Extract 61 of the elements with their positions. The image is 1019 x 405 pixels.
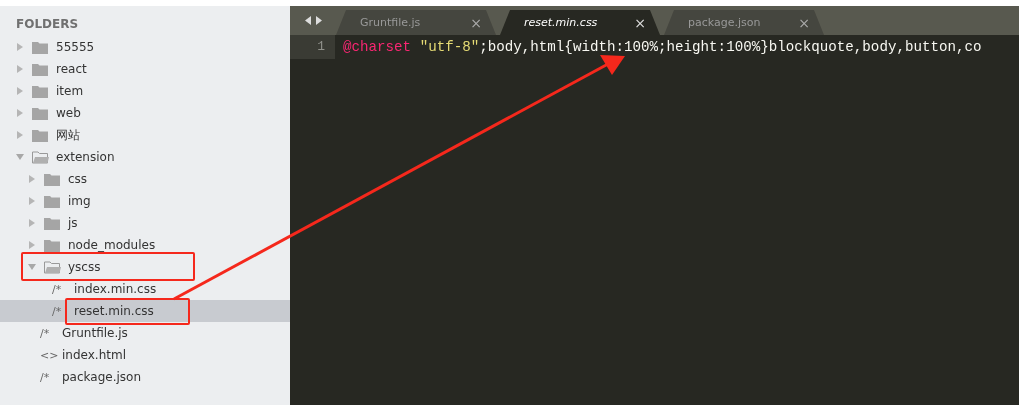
- tab[interactable]: Gruntfile.js ×: [336, 10, 496, 35]
- folder-name: img: [68, 194, 91, 208]
- folder-name: js: [68, 216, 78, 230]
- folder-name: item: [56, 84, 84, 98]
- tab-label: Gruntfile.js: [360, 16, 421, 29]
- folder-item[interactable]: 网站: [0, 124, 290, 146]
- file-name: index.html: [62, 348, 126, 362]
- line-number: 1: [290, 35, 335, 59]
- folder-name: react: [56, 62, 87, 76]
- tab-label: reset.min.css: [524, 16, 598, 29]
- tab-nav-arrows-icon[interactable]: [305, 16, 322, 25]
- folder-icon: [32, 40, 49, 54]
- folder-icon: [44, 172, 61, 186]
- sidebar-title: FOLDERS: [15, 17, 80, 33]
- file-item[interactable]: /* Gruntfile.js: [0, 322, 290, 344]
- folder-item[interactable]: react: [0, 58, 290, 80]
- file-icon: /*: [40, 326, 62, 340]
- folder-item[interactable]: web: [0, 102, 290, 124]
- folder-icon: [32, 62, 49, 76]
- folder-item[interactable]: extension: [0, 146, 290, 168]
- close-icon[interactable]: ×: [470, 14, 482, 31]
- folder-icon: [44, 238, 61, 252]
- folder-item[interactable]: img: [0, 190, 290, 212]
- file-name: package.json: [62, 370, 141, 384]
- folder-name: node_modules: [68, 238, 156, 252]
- tab[interactable]: package.json ×: [664, 10, 824, 35]
- folder-icon: [32, 128, 49, 142]
- file-name: reset.min.css: [74, 304, 154, 318]
- folder-icon: [32, 150, 49, 164]
- file-item[interactable]: /* package.json: [0, 366, 290, 388]
- close-icon[interactable]: ×: [798, 14, 810, 31]
- file-icon: /*: [52, 282, 74, 296]
- tab-label: package.json: [688, 16, 761, 29]
- file-item[interactable]: <> index.html: [0, 344, 290, 366]
- folder-name: yscss: [68, 260, 101, 274]
- folder-item[interactable]: js: [0, 212, 290, 234]
- file-name: index.min.css: [74, 282, 157, 296]
- folder-name: extension: [56, 150, 115, 164]
- folder-name: web: [56, 106, 81, 120]
- folder-item[interactable]: yscss: [0, 256, 290, 278]
- folder-name: css: [68, 172, 88, 186]
- folder-icon: [44, 260, 61, 274]
- folder-icon: [32, 106, 49, 120]
- folder-item[interactable]: 55555: [0, 36, 290, 58]
- code-line: @charset "utf-8";body,html{width:100%;height:100%}blockquote,body,button,co: [342, 39, 982, 55]
- file-icon: /*: [40, 370, 62, 384]
- folder-icon: [32, 84, 49, 98]
- folder-item[interactable]: item: [0, 80, 290, 102]
- folder-item[interactable]: node_modules: [0, 234, 290, 256]
- file-name: Gruntfile.js: [62, 326, 128, 340]
- folder-icon: [44, 216, 61, 230]
- file-icon: <>: [40, 348, 62, 362]
- folder-name: 网站: [56, 126, 80, 144]
- folder-item[interactable]: css: [0, 168, 290, 190]
- file-item[interactable]: /* index.min.css: [0, 278, 290, 300]
- close-icon[interactable]: ×: [634, 14, 646, 31]
- tab[interactable]: reset.min.css ×: [500, 10, 660, 35]
- file-item[interactable]: /* reset.min.css: [0, 300, 290, 322]
- folder-name: 55555: [56, 40, 95, 54]
- file-icon: /*: [52, 304, 74, 318]
- folder-icon: [44, 194, 61, 208]
